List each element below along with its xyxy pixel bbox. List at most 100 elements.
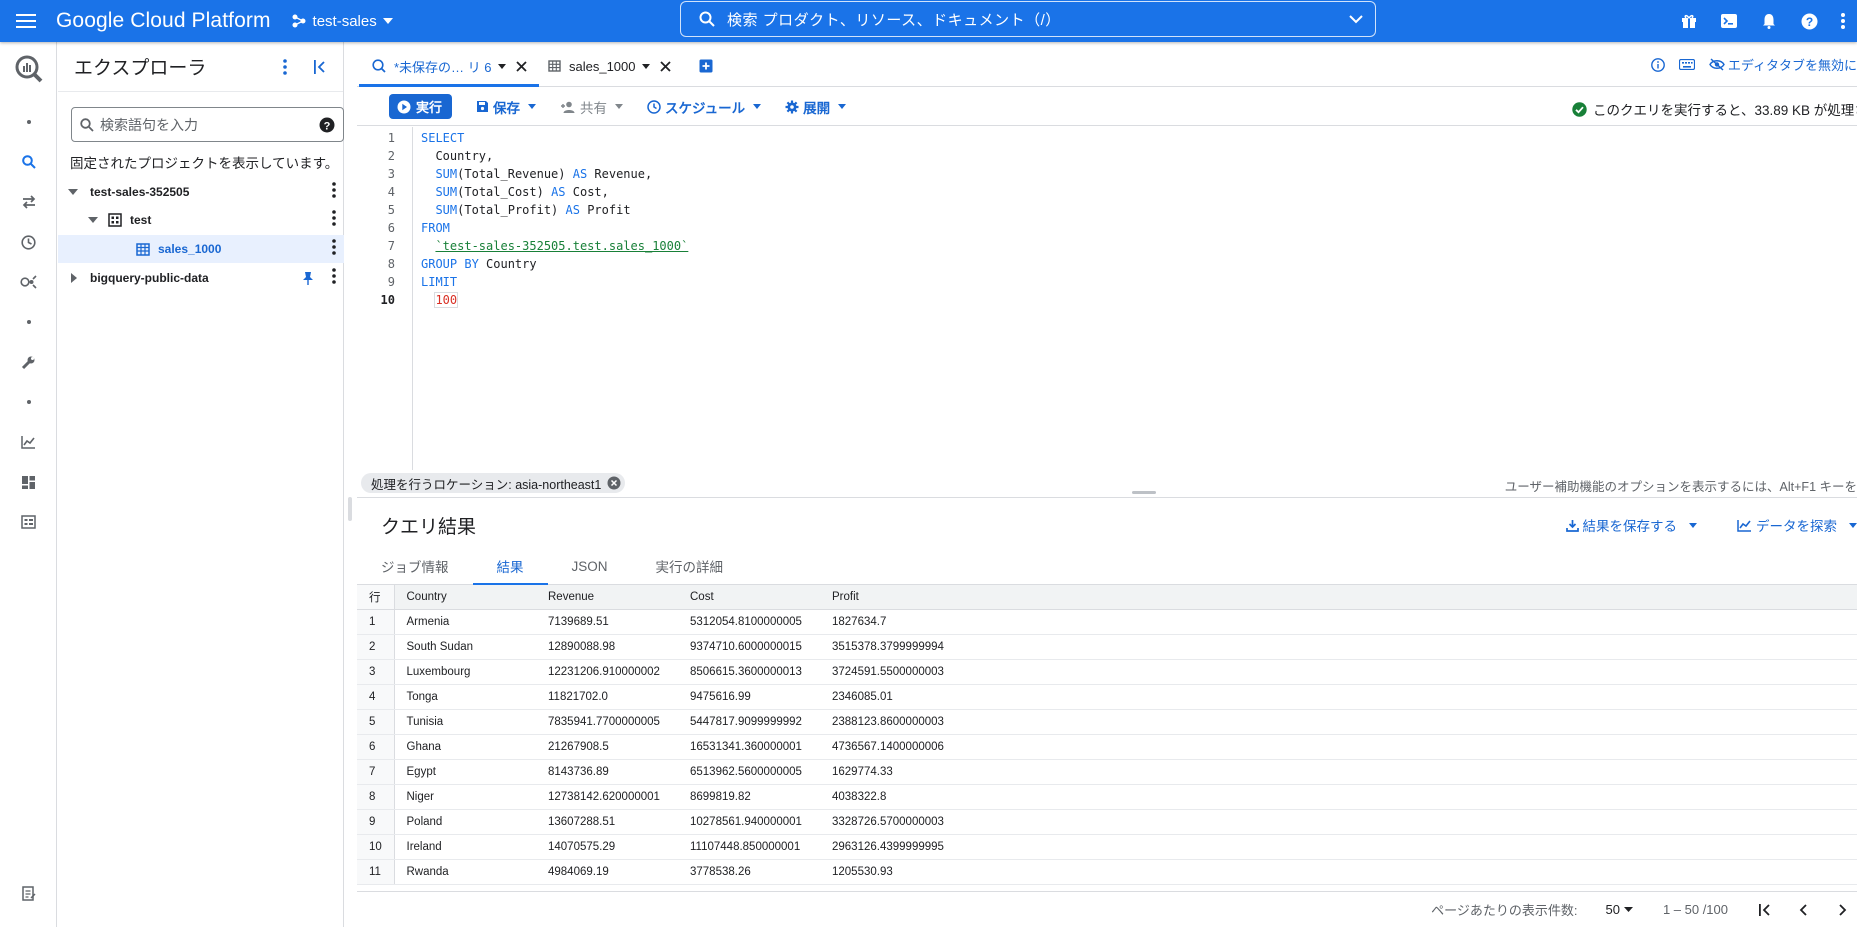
table-cell[interactable]: 4736567.1400000006 — [820, 734, 1857, 760]
table-cell[interactable]: 1827634.7 — [820, 609, 1857, 635]
table-cell[interactable]: 2346085.01 — [820, 684, 1857, 710]
table-cell[interactable]: 5447817.9099999992 — [678, 709, 820, 735]
table-row[interactable]: 11 Rwanda 4984069.19 3778538.26 1205530.93 — [357, 859, 1857, 885]
close-chip-icon[interactable] — [607, 476, 621, 490]
monitoring-chart-icon[interactable] — [0, 424, 57, 460]
share-button[interactable]: 共有 — [560, 97, 624, 117]
table-actions-icon[interactable] — [332, 239, 336, 258]
tree-table-row[interactable]: sales_1000 — [58, 235, 344, 263]
table-cell[interactable]: 2963126.4399999995 — [820, 834, 1857, 860]
first-page-icon[interactable] — [1758, 903, 1771, 916]
rows-per-page-select[interactable]: 50 — [1605, 902, 1633, 917]
public-data-actions-icon[interactable] — [332, 268, 336, 287]
code-area[interactable]: SELECT Country, SUM(Total_Revenue) AS Re… — [412, 127, 1857, 470]
collapse-arrow-icon[interactable] — [88, 217, 98, 223]
sql-editor[interactable]: 1 2 3 4 5 6 7 8 9 10 SELECT Country, SUM… — [357, 127, 1857, 470]
project-actions-icon[interactable] — [332, 182, 336, 201]
dataset-actions-icon[interactable] — [332, 210, 336, 229]
table-cell[interactable]: 8506615.3600000013 — [678, 659, 820, 685]
table-cell[interactable]: 3515378.3799999994 — [820, 634, 1857, 660]
tab-menu-arrow-icon[interactable] — [641, 63, 650, 69]
table-cell[interactable]: 7139689.51 — [536, 609, 678, 635]
search-help-icon[interactable]: ? — [319, 117, 335, 133]
tab-unsaved-query[interactable]: *未保存の… リ 6 — [372, 55, 548, 77]
table-cell[interactable]: 4038322.8 — [820, 784, 1857, 810]
table-row[interactable]: 2 South Sudan 12890088.98 9374710.600000001… — [357, 634, 1857, 660]
scheduled-queries-icon[interactable] — [0, 224, 57, 260]
tree-dataset-row[interactable]: test — [58, 206, 344, 234]
schedule-button[interactable]: スケジュール — [647, 97, 762, 117]
table-row[interactable]: 3 Luxembourg 12231206.910000002 8506615.360… — [357, 659, 1857, 685]
explorer-search-input[interactable] — [100, 116, 319, 133]
collapse-arrow-icon[interactable] — [68, 189, 78, 195]
table-row[interactable]: 4 Tonga 11821702.0 9475616.99 2346085.01 — [357, 684, 1857, 710]
column-header[interactable]: Cost — [678, 585, 820, 610]
run-button[interactable]: 実行 — [389, 94, 453, 119]
table-cell[interactable]: Niger — [394, 784, 536, 810]
table-cell[interactable]: 12231206.910000002 — [536, 659, 678, 685]
table-row[interactable]: 1 Armenia 7139689.51 5312054.8100000005 1827… — [357, 609, 1857, 635]
data-transfer-icon[interactable] — [0, 184, 57, 220]
tab-menu-arrow-icon[interactable] — [497, 63, 506, 69]
table-row[interactable]: 10 Ireland 14070575.29 11107448.850000001 29… — [357, 834, 1857, 860]
next-page-icon[interactable] — [1839, 903, 1847, 916]
global-search[interactable]: 検索 プロダクト、リソース、ドキュメント（/） — [680, 1, 1376, 37]
rail-search-icon[interactable] — [0, 144, 57, 180]
analytics-hub-icon[interactable] — [0, 264, 57, 300]
collapse-panel-icon[interactable] — [313, 59, 327, 74]
table-cell[interactable]: 9475616.99 — [678, 684, 820, 710]
table-cell[interactable]: 8699819.82 — [678, 784, 820, 810]
keyboard-icon[interactable] — [1678, 59, 1695, 70]
table-row[interactable]: 5 Tunisia 7835941.7700000005 5447817.909999… — [357, 709, 1857, 735]
table-cell[interactable]: Ghana — [394, 734, 536, 760]
table-row[interactable]: 9 Poland 13607288.51 10278561.940000001 3328… — [357, 809, 1857, 835]
app-title[interactable]: Google Cloud Platform — [56, 9, 271, 33]
tab-execution-details[interactable]: 実行の詳細 — [632, 547, 748, 585]
table-cell[interactable]: 21267908.5 — [536, 734, 678, 760]
table-cell[interactable]: 4984069.19 — [536, 859, 678, 885]
table-cell[interactable]: 3778538.26 — [678, 859, 820, 885]
expand-arrow-icon[interactable] — [71, 273, 77, 283]
menu-icon[interactable] — [0, 0, 52, 42]
previous-page-icon[interactable] — [1799, 903, 1807, 916]
tab-job-info[interactable]: ジョブ情報 — [357, 547, 473, 585]
explorer-search[interactable]: ? — [71, 107, 344, 142]
close-tab-icon[interactable] — [659, 60, 671, 72]
table-cell[interactable]: 16531341.360000001 — [678, 734, 820, 760]
cloud-shell-icon[interactable] — [1709, 0, 1749, 42]
save-button[interactable]: 保存 — [476, 97, 537, 117]
column-header[interactable]: Profit — [820, 585, 1857, 610]
bigquery-logo-icon[interactable] — [0, 46, 57, 92]
table-cell[interactable]: 1205530.93 — [820, 859, 1857, 885]
reservations-icon[interactable] — [0, 504, 57, 540]
table-cell[interactable]: Tonga — [394, 684, 536, 710]
table-cell[interactable]: 12738142.620000001 — [536, 784, 678, 810]
table-cell[interactable]: Ireland — [394, 834, 536, 860]
table-cell[interactable]: 3724591.5500000003 — [820, 659, 1857, 685]
help-icon[interactable]: ? — [1789, 0, 1829, 42]
table-cell[interactable]: 2388123.8600000003 — [820, 709, 1857, 735]
tab-results[interactable]: 結果 — [472, 547, 548, 586]
table-cell[interactable]: 14070575.29 — [536, 834, 678, 860]
panel-resize-handle[interactable] — [348, 497, 352, 521]
save-results-button[interactable]: 結果を保存する — [1565, 515, 1697, 535]
table-cell[interactable]: Poland — [394, 809, 536, 835]
table-cell[interactable]: 5312054.8100000005 — [678, 609, 820, 635]
editor-results-resize-handle[interactable] — [1132, 491, 1156, 494]
pin-icon[interactable] — [302, 271, 314, 285]
project-picker[interactable]: test-sales — [291, 13, 393, 30]
table-cell[interactable]: Tunisia — [394, 709, 536, 735]
table-cell[interactable]: Rwanda — [394, 859, 536, 885]
deploy-button[interactable]: 展開 — [785, 97, 847, 117]
table-cell[interactable]: 6513962.5600000005 — [678, 759, 820, 785]
table-row[interactable]: 8 Niger 12738142.620000001 8699819.82 403832… — [357, 784, 1857, 810]
expand-search-icon[interactable] — [1349, 14, 1363, 24]
table-cell[interactable]: 11107448.850000001 — [678, 834, 820, 860]
dashboard-icon[interactable] — [0, 464, 57, 500]
notifications-icon[interactable] — [1749, 0, 1789, 42]
release-notes-icon[interactable] — [0, 875, 57, 911]
table-cell[interactable]: 9374710.6000000015 — [678, 634, 820, 660]
column-header[interactable]: Country — [394, 585, 536, 610]
table-cell[interactable]: Egypt — [394, 759, 536, 785]
table-row[interactable]: 6 Ghana 21267908.5 16531341.360000001 473656… — [357, 734, 1857, 760]
